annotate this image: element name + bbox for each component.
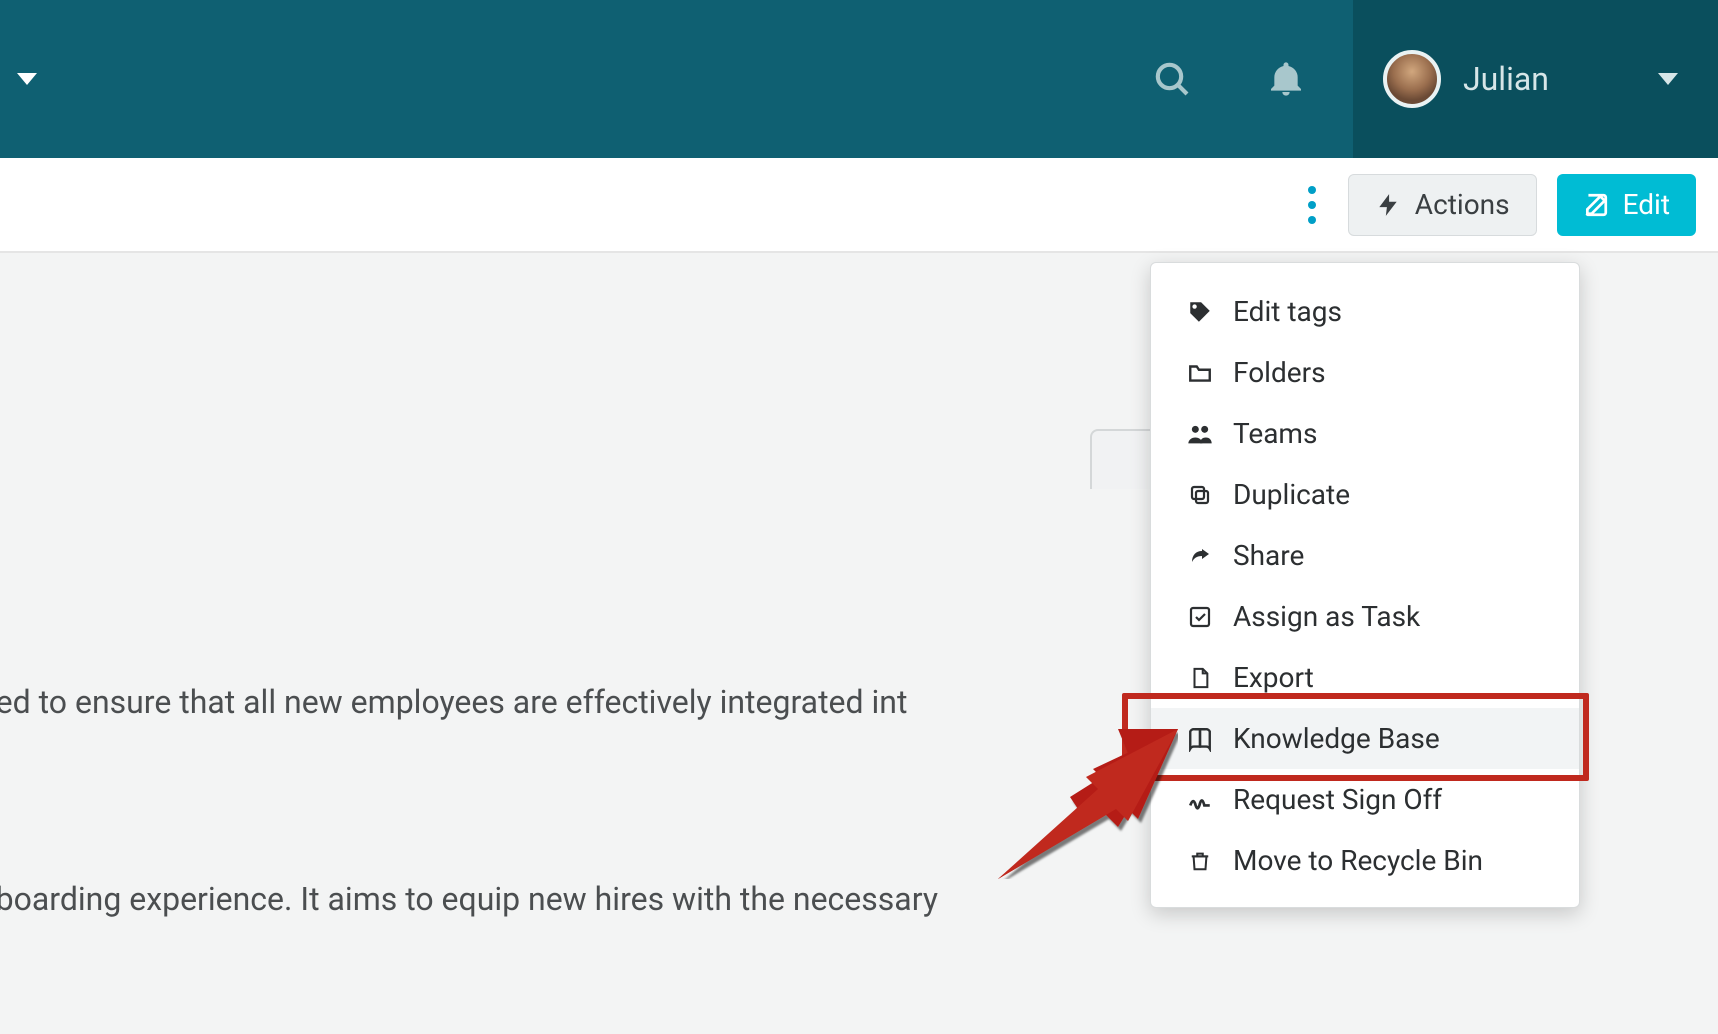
menu-label: Request Sign Off — [1233, 783, 1442, 816]
menu-label: Assign as Task — [1233, 600, 1420, 633]
menu-label: Move to Recycle Bin — [1233, 844, 1483, 877]
menu-item-duplicate[interactable]: Duplicate — [1151, 464, 1579, 525]
user-name-label: Julian — [1463, 60, 1636, 98]
book-icon — [1185, 724, 1215, 754]
menu-item-recycle-bin[interactable]: Move to Recycle Bin — [1151, 830, 1579, 891]
menu-item-folders[interactable]: Folders — [1151, 342, 1579, 403]
menu-label: Edit tags — [1233, 295, 1342, 328]
file-icon — [1185, 663, 1215, 693]
search-icon[interactable] — [1150, 57, 1194, 101]
actions-button-label: Actions — [1415, 188, 1510, 221]
signature-icon — [1185, 785, 1215, 815]
checkbox-icon — [1185, 602, 1215, 632]
menu-item-share[interactable]: Share — [1151, 525, 1579, 586]
menu-label: Folders — [1233, 356, 1326, 389]
avatar — [1383, 50, 1441, 108]
page-toolbar: Actions Edit — [0, 158, 1718, 253]
trash-icon — [1185, 846, 1215, 876]
menu-item-edit-tags[interactable]: Edit tags — [1151, 281, 1579, 342]
bell-icon[interactable] — [1264, 57, 1308, 101]
tag-icon — [1185, 297, 1215, 327]
edit-button-label: Edit — [1623, 188, 1670, 221]
menu-item-teams[interactable]: Teams — [1151, 403, 1579, 464]
body-text-line-1: ned to ensure that all new employees are… — [0, 683, 907, 721]
copy-icon — [1185, 480, 1215, 510]
content-area: ned to ensure that all new employees are… — [0, 253, 1718, 1034]
menu-item-assign-task[interactable]: Assign as Task — [1151, 586, 1579, 647]
bolt-icon — [1375, 192, 1401, 218]
nav-dropdown-fragment[interactable]: e — [0, 60, 37, 98]
actions-button[interactable]: Actions — [1348, 174, 1537, 236]
menu-item-knowledge-base[interactable]: Knowledge Base — [1151, 708, 1579, 769]
edit-button[interactable]: Edit — [1557, 174, 1696, 236]
menu-label: Teams — [1233, 417, 1317, 450]
chevron-down-icon — [17, 73, 37, 85]
topbar-icon-group — [1150, 0, 1308, 158]
menu-item-export[interactable]: Export — [1151, 647, 1579, 708]
body-text-line-2: nboarding experience. It aims to equip n… — [0, 880, 938, 918]
menu-label: Export — [1233, 661, 1314, 694]
actions-dropdown: Edit tags Folders Teams Duplicate Share — [1150, 262, 1580, 908]
share-icon — [1185, 541, 1215, 571]
more-options-button[interactable] — [1296, 182, 1328, 228]
edit-icon — [1583, 192, 1609, 218]
menu-label: Share — [1233, 539, 1304, 572]
menu-item-request-sign-off[interactable]: Request Sign Off — [1151, 769, 1579, 830]
top-bar: e Julian — [0, 0, 1718, 158]
menu-label: Duplicate — [1233, 478, 1350, 511]
menu-label: Knowledge Base — [1233, 722, 1440, 755]
folder-icon — [1185, 358, 1215, 388]
users-icon — [1185, 419, 1215, 449]
chevron-down-icon — [1658, 73, 1678, 85]
user-menu[interactable]: Julian — [1353, 0, 1718, 158]
